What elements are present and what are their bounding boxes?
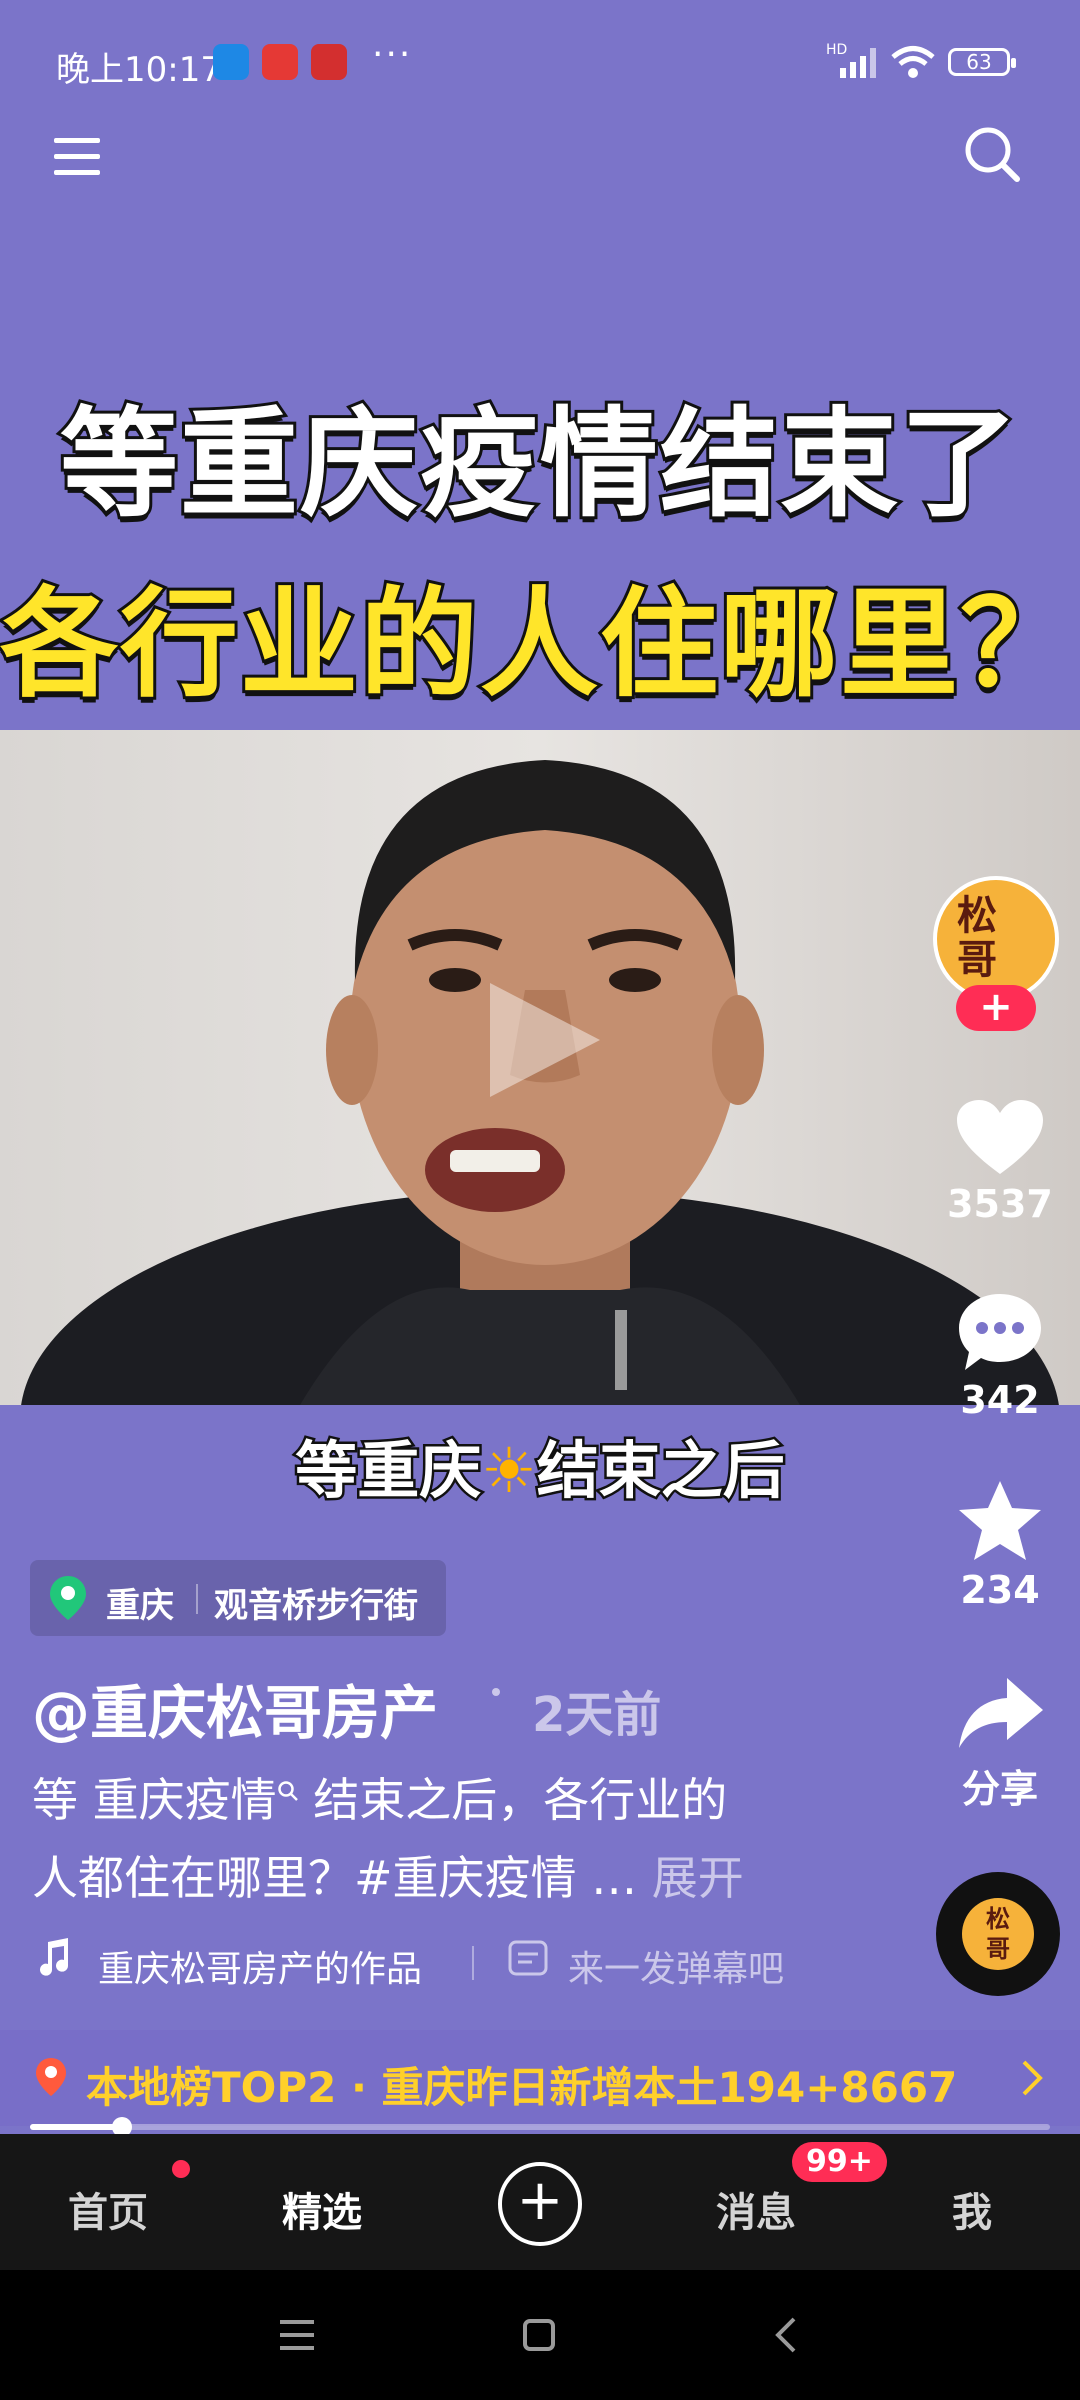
tab-featured[interactable]: 精选 [282, 2180, 362, 2238]
play-icon[interactable] [480, 975, 610, 1105]
share-action[interactable]: 分享 [930, 1674, 1070, 1813]
hot-banner-text: 本地榜TOP2 · 重庆昨日新增本土194+8667 [86, 2063, 958, 2112]
sun-emoji-icon: ☀ [481, 1434, 537, 1507]
messages-badge: 99+ [792, 2142, 887, 2182]
danmu-icon [508, 1940, 548, 1976]
bottom-tab-bar: 首页 精选 + 消息 99+ 我 [0, 2134, 1080, 2270]
star-icon [959, 1481, 1041, 1560]
like-count: 3537 [947, 1182, 1053, 1226]
location-chip[interactable]: 重庆 观音桥步行街 [30, 1560, 446, 1636]
music-title: 重庆松哥房产的作品 [98, 1949, 423, 1990]
subtitle-text-before: 等重庆 [293, 1432, 484, 1510]
location-pin-icon [36, 2058, 66, 2096]
search-hint-icon[interactable] [277, 1780, 299, 1802]
comment-icon [959, 1294, 1041, 1370]
video-subtitle: 等重庆☀结束之后 [0, 1420, 1080, 1510]
local-hot-banner[interactable]: 本地榜TOP2 · 重庆昨日新增本土194+8667 [0, 2030, 1080, 2126]
music-divider [472, 1946, 474, 1980]
tab-me[interactable]: 我 [952, 2180, 992, 2238]
desc-text-2: 结束之后，各行业的 [298, 1773, 728, 1827]
create-button[interactable]: + [498, 2162, 582, 2246]
video-progress-bar[interactable] [30, 2117, 1050, 2137]
back-icon[interactable] [774, 2316, 798, 2354]
music-row[interactable]: 重庆松哥房产的作品 来一发弹幕吧 [32, 1930, 932, 1990]
desc-text-1: 等 重庆疫情 [32, 1773, 277, 1827]
avatar-text-2: 哥 [957, 937, 997, 983]
video-headline-line2: 各行业的人住哪里？ [0, 572, 1080, 716]
system-nav-bar [0, 2270, 1080, 2400]
post-description: 等 重庆疫情 结束之后，各行业的 [32, 1762, 852, 1838]
author-name[interactable]: @重庆松哥房产 [32, 1666, 438, 1750]
comment-action[interactable]: 342 [930, 1290, 1070, 1422]
avatar-text-1: 松 [957, 893, 997, 939]
heart-icon [957, 1100, 1043, 1174]
location-pin-icon [50, 1576, 86, 1620]
search-icon[interactable] [962, 124, 1022, 184]
chevron-right-icon [1022, 2060, 1043, 2096]
battery-indicator: 63 [948, 48, 1016, 76]
location-place: 观音桥步行街 [214, 1586, 418, 1626]
wifi-icon [891, 46, 935, 78]
game-app-icon [262, 44, 298, 80]
progress-fill [30, 2124, 122, 2130]
subtitle-text-after: 结束之后 [534, 1432, 787, 1510]
tab-home[interactable]: 首页 [68, 2180, 148, 2238]
like-action[interactable]: 3537 [930, 1098, 1070, 1226]
location-city: 重庆 [106, 1586, 174, 1626]
expand-link[interactable]: 展开 [652, 1851, 744, 1905]
danmu-input[interactable]: 来一发弹幕吧 [568, 1940, 784, 1992]
status-bar: 晚上10:17 ··· HD 63 [0, 0, 1080, 120]
home-unread-dot [172, 2160, 190, 2178]
favorite-action[interactable]: 234 [930, 1478, 1070, 1612]
video-headline-line1: 等重庆疫情结束了 [57, 392, 1021, 536]
music-disc[interactable]: 松 哥 [936, 1872, 1060, 1996]
separator-dot [492, 1688, 500, 1696]
share-icon [959, 1678, 1043, 1748]
post-description-line2: 人都住在哪里？#重庆疫情 … 展开 [32, 1840, 852, 1916]
post-time: 2天前 [532, 1687, 662, 1743]
home-icon[interactable] [522, 2318, 556, 2352]
location-divider [196, 1584, 198, 1614]
status-time: 晚上10:17 [56, 50, 222, 90]
recent-apps-icon[interactable] [278, 2318, 318, 2352]
cell-signal-icon [840, 48, 876, 78]
desc-text-3: 人都住在哪里？#重庆疫情 … [32, 1851, 638, 1905]
plus-icon: + [516, 2168, 564, 2233]
comment-count: 342 [960, 1378, 1040, 1422]
mascot-app-icon [311, 44, 347, 80]
disc-avatar: 松 哥 [962, 1898, 1034, 1970]
share-label: 分享 [961, 1767, 1038, 1811]
favorite-count: 234 [960, 1568, 1040, 1612]
music-note-icon [40, 1938, 68, 1976]
follow-button[interactable]: + [956, 985, 1036, 1031]
menu-icon[interactable] [52, 130, 104, 182]
more-notifications-icon: ··· [372, 34, 413, 75]
tab-messages[interactable]: 消息 [716, 2180, 796, 2238]
browser-app-icon [213, 44, 249, 80]
